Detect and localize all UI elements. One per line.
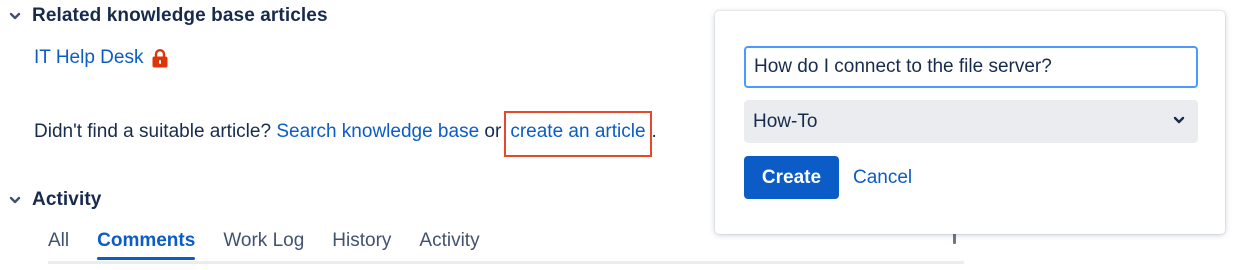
chevron-down-icon[interactable] (6, 7, 24, 25)
cancel-button[interactable]: Cancel (853, 156, 912, 199)
chevron-down-icon (1172, 111, 1186, 133)
article-type-value: How-To (753, 110, 818, 132)
kb-period: . (651, 121, 657, 142)
activity-tabs: All Comments Work Log History Activity (48, 230, 480, 260)
lock-icon (151, 48, 169, 68)
it-help-desk-link[interactable]: IT Help Desk (34, 47, 143, 69)
tab-activity[interactable]: Activity (419, 230, 479, 260)
tab-comments[interactable]: Comments (97, 230, 196, 260)
tab-work-log[interactable]: Work Log (223, 230, 304, 260)
kb-section-title: Related knowledge base articles (32, 5, 328, 26)
create-button[interactable]: Create (744, 156, 839, 199)
article-title-input[interactable] (744, 46, 1198, 88)
tab-history[interactable]: History (332, 230, 391, 260)
search-knowledge-base-link[interactable]: Search knowledge base (276, 121, 479, 142)
create-article-popup: How-To Create Cancel (715, 11, 1225, 234)
activity-section-title: Activity (32, 189, 102, 210)
tabs-divider (48, 261, 964, 264)
create-article-link[interactable]: create an article (510, 121, 645, 142)
kb-sentence-prefix: Didn't find a suitable article? (34, 121, 272, 142)
kb-section-header[interactable]: Related knowledge base articles (6, 5, 328, 27)
article-type-select[interactable]: How-To (744, 100, 1198, 143)
tab-all[interactable]: All (48, 230, 69, 260)
kb-or-text: or (484, 121, 502, 142)
activity-section-header[interactable]: Activity (6, 189, 101, 211)
chevron-down-icon[interactable] (6, 191, 24, 209)
kb-space-row: IT Help Desk (34, 47, 169, 69)
create-article-highlight: create an article (504, 111, 652, 157)
kb-not-found-sentence: Didn't find a suitable article? Search k… (34, 111, 657, 157)
